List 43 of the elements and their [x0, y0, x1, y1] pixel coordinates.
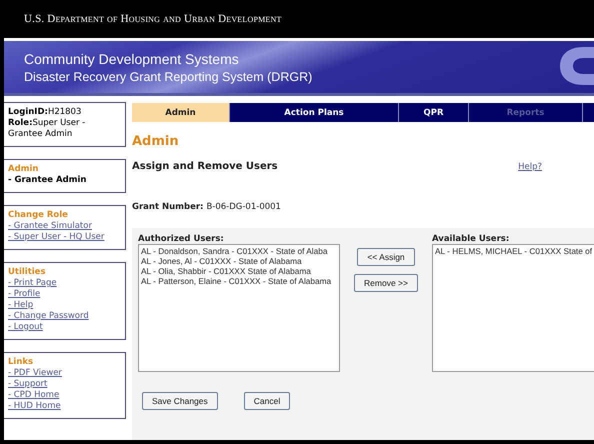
nav-link[interactable]: - Super User - HQ User	[8, 232, 104, 242]
move-button[interactable]: Remove >>	[354, 274, 418, 292]
logo-drawing	[560, 47, 594, 85]
section-title: Assign and Remove Users	[132, 161, 278, 172]
list-label: Available Users:	[432, 234, 510, 244]
nav-section-title: Change Role	[8, 210, 69, 221]
banner-title: Community Development Systems	[24, 50, 240, 66]
list-label: Authorized Users:	[138, 234, 225, 244]
nav-section-title: Utilities	[8, 267, 47, 278]
nav-link[interactable]: - HUD Home	[8, 401, 61, 411]
nav-tab[interactable]: Admin	[132, 103, 230, 122]
cancel-button[interactable]: Cancel	[244, 392, 290, 410]
nav-section-title: Links	[8, 357, 34, 368]
banner-subtitle: Disaster Recovery Grant Reporting System (DRGR)	[24, 70, 314, 84]
nav-link[interactable]: - Change Password	[8, 311, 89, 321]
list-option[interactable]: AL - Jones, Al - C01XXX - State of Alabama	[141, 256, 337, 266]
help-link[interactable]: Help?	[518, 162, 542, 172]
list-option[interactable]: AL - Olia, Shabbir - C01XXX State of Alabama	[141, 266, 337, 276]
agency-name: U.S. Department of Housing and Urban Development	[24, 13, 282, 25]
page-title: Admin	[132, 134, 180, 149]
nav-link[interactable]: - Support	[8, 379, 48, 389]
login-role: Role:Super User - Grantee Admin	[8, 118, 86, 140]
tab-bar-background	[583, 103, 594, 122]
nav-link[interactable]: - Print Page	[8, 278, 57, 288]
save-button[interactable]: Save Changes	[142, 392, 218, 410]
list-option[interactable]: AL - HELMS, MICHAEL - C01XXX State of	[435, 246, 594, 256]
nav-link[interactable]: - PDF Viewer	[8, 368, 62, 378]
nav-link[interactable]: - Grantee Simulator	[8, 221, 92, 231]
authorized-users-list[interactable]: AL - Donaldson, Sandra - C01XXX - State of Alaba AL - Jones, Al - C01XXX - State of Alabama AL - Olia, Shabbir - C01XXX State of Alabama AL - Patterson, Elaine - C01XXX - State of Alabama	[138, 244, 340, 372]
nav-tab[interactable]: Action Plans	[230, 103, 399, 122]
list-option[interactable]: AL - Donaldson, Sandra - C01XXX - State of Alaba	[141, 246, 337, 256]
nav-section-title: Admin	[8, 164, 40, 175]
move-button[interactable]: << Assign	[357, 248, 415, 266]
login-id: LoginID:H21803	[8, 107, 82, 118]
grant-number: Grant Number: B-06-DG-01-0001	[132, 202, 282, 212]
list-option[interactable]: AL - Patterson, Elaine - C01XXX - State of Alabama	[141, 276, 337, 286]
nav-link[interactable]: - Profile	[8, 289, 40, 299]
nav-link[interactable]: - Logout	[8, 322, 43, 332]
nav-link[interactable]: - CPD Home	[8, 390, 60, 400]
nav-current-item[interactable]: - Grantee Admin	[8, 175, 86, 185]
available-users-list[interactable]: AL - HELMS, MICHAEL - C01XXX State of	[432, 244, 594, 372]
nav-link[interactable]: - Help	[8, 300, 34, 310]
nav-tab[interactable]: QPR	[399, 103, 469, 122]
